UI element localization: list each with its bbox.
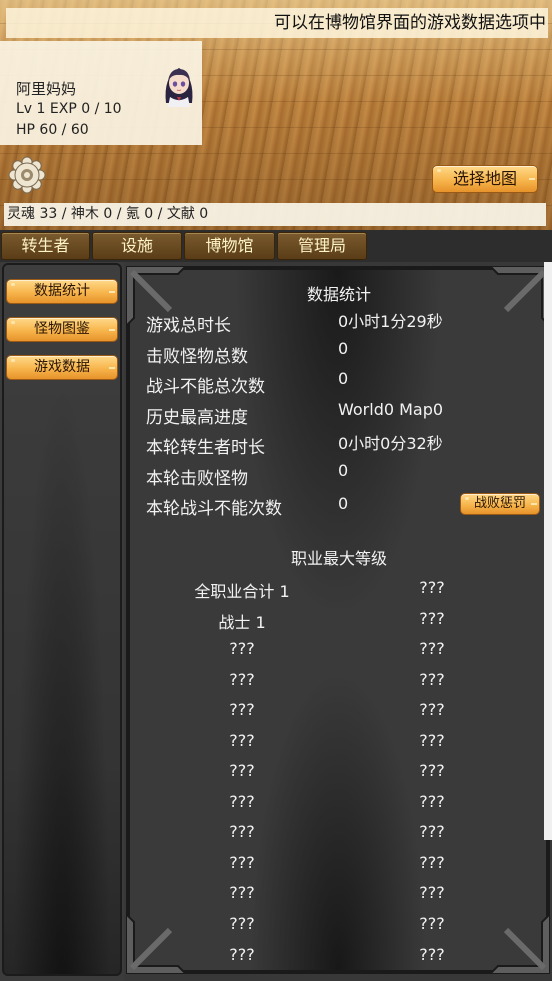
job-level-value: ???: [419, 609, 445, 628]
job-level-value: ???: [419, 792, 445, 811]
job-level-value: ???: [419, 945, 445, 964]
job-level-value: ???: [419, 578, 445, 597]
stat-value: 0: [338, 461, 349, 480]
job-level-value: ???: [419, 883, 445, 902]
statistics-panel[interactable]: 数据统计 游戏总时长 0小时1分29秒 击败怪物总数 0 战斗不能总次数 0 历…: [132, 270, 546, 970]
tab-museum[interactable]: 博物馆: [184, 232, 275, 260]
stat-label: 战斗不能总次数: [146, 377, 265, 397]
tab-management[interactable]: 管理局: [277, 232, 367, 260]
stat-value: 0: [338, 369, 349, 388]
job-level-value: ???: [419, 853, 445, 872]
defeat-penalty-button[interactable]: 战败惩罚: [460, 493, 540, 515]
job-level-value: ???: [419, 822, 445, 841]
scrolling-tip-text: 可以在博物馆界面的游戏数据选项中: [6, 8, 548, 38]
scrollbar[interactable]: [544, 262, 552, 840]
stat-label: 游戏总时长: [146, 316, 231, 336]
stat-label: 本轮战斗不能次数: [146, 499, 282, 519]
side-item-statistics[interactable]: 数据统计: [6, 279, 118, 304]
stat-value: 0小时1分29秒: [338, 312, 443, 331]
job-level-value: ???: [419, 639, 445, 658]
job-level-value: ???: [419, 731, 445, 750]
job-level-name: ???: [229, 792, 255, 811]
stat-label: 本轮转生者时长: [146, 438, 265, 458]
job-level-name: ???: [229, 639, 255, 658]
side-item-bestiary[interactable]: 怪物图鉴: [6, 317, 118, 342]
job-max-level-title: 职业最大等级: [290, 549, 387, 568]
job-level-name: ???: [229, 700, 255, 719]
job-level-value: ???: [419, 761, 445, 780]
job-level-name: ???: [229, 731, 255, 750]
tab-reincarnator[interactable]: 转生者: [1, 232, 90, 260]
character-name: 阿里妈妈: [16, 80, 77, 98]
stat-value: 0: [338, 494, 349, 513]
job-level-value: ???: [419, 670, 445, 689]
job-level-name: ???: [229, 883, 255, 902]
job-level-name: ???: [229, 761, 255, 780]
resource-bar: 灵魂 33 / 神木 0 / 氪 0 / 文献 0: [4, 203, 546, 226]
character-hp: HP 60 / 60: [16, 122, 89, 138]
stat-label: 本轮击败怪物: [146, 469, 248, 489]
stat-value: 0: [338, 339, 349, 358]
stat-label: 击败怪物总数: [146, 347, 248, 367]
job-level-name: 战士 1: [218, 613, 266, 632]
tab-facilities[interactable]: 设施: [92, 232, 182, 260]
side-item-game-data[interactable]: 游戏数据: [6, 355, 118, 380]
stat-value: World0 Map0: [338, 400, 444, 419]
select-map-button[interactable]: 选择地图: [432, 165, 538, 193]
job-level-value: ???: [419, 700, 445, 719]
character-level-exp: Lv 1 EXP 0 / 10: [16, 101, 122, 117]
job-level-name: ???: [229, 853, 255, 872]
character-portrait-icon: [165, 68, 193, 107]
job-level-name: ???: [229, 945, 255, 964]
character-status-panel[interactable]: 阿里妈妈 Lv 1 EXP 0 / 10 HP 60 / 60: [0, 41, 202, 145]
gear-icon[interactable]: [8, 156, 46, 194]
stat-value: 0小时0分32秒: [338, 434, 443, 453]
statistics-title: 数据统计: [306, 285, 371, 304]
job-level-name: 全职业合计 1: [194, 582, 290, 601]
job-level-name: ???: [229, 822, 255, 841]
job-level-value: ???: [419, 914, 445, 933]
stat-label: 历史最高进度: [146, 408, 248, 428]
job-level-name: ???: [229, 670, 255, 689]
job-level-name: ???: [229, 914, 255, 933]
